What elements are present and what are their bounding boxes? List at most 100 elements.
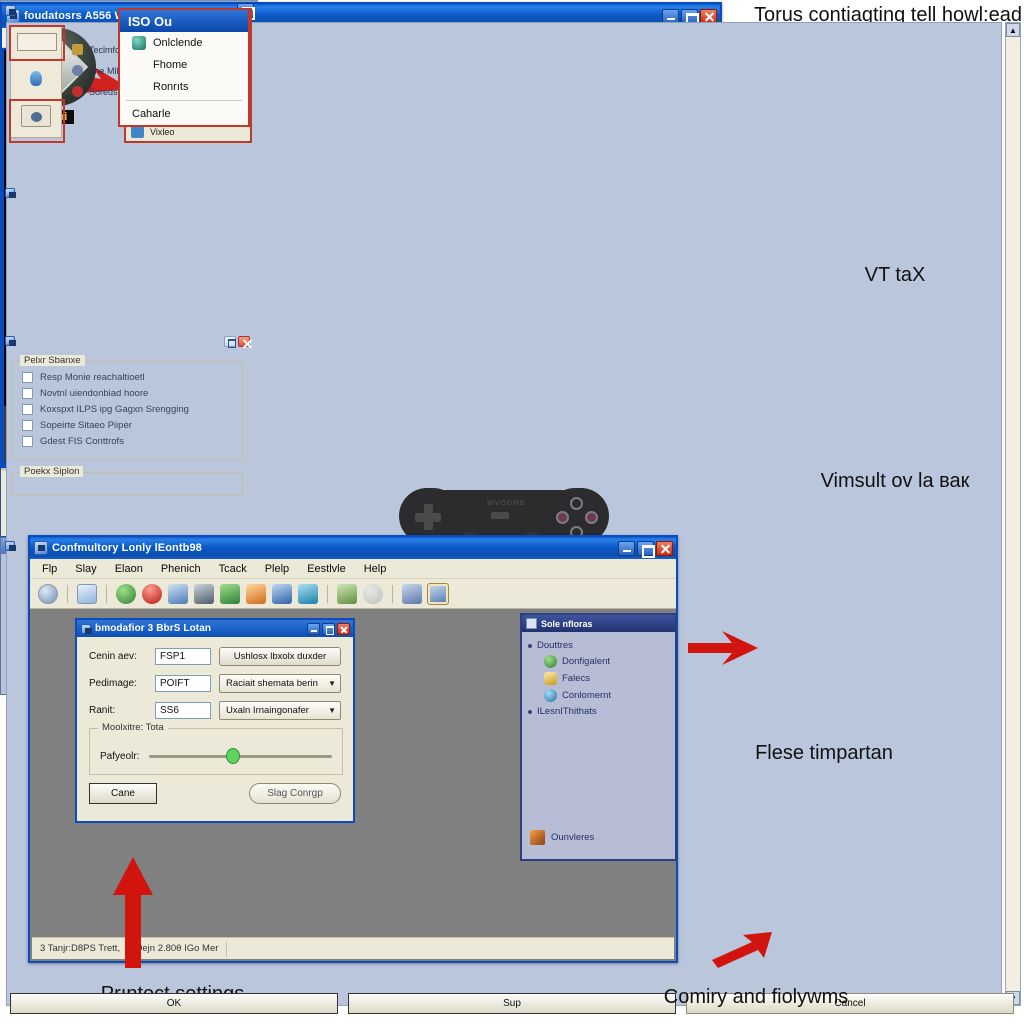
config-dialog-titlebar[interactable]: bmodafior 3 BbrS Lotan [77, 620, 353, 637]
menu-item-tcack[interactable]: Tcack [211, 561, 255, 577]
globe2-icon [544, 689, 557, 702]
main-titlebar[interactable]: Confmultory Lonly lEontb98 [30, 537, 676, 559]
tree-node-douttres[interactable]: Douttres [522, 638, 675, 653]
props-row-label: Teclmfcl [89, 44, 122, 55]
config-dialog-footer: Cane Slag Conrgp [77, 775, 353, 804]
checkbox-3[interactable] [22, 420, 33, 431]
maximize-button[interactable] [322, 622, 335, 635]
ok-button[interactable]: OK [10, 993, 338, 1014]
pedimage-dropdown[interactable]: Raciait shemata berin ▼ [219, 674, 341, 693]
menu-item-help[interactable]: Help [356, 561, 395, 577]
tree-list[interactable]: Douttres Donfigalent Falecs Conlomernt I… [522, 632, 675, 719]
slider-track[interactable] [149, 748, 332, 764]
config-form: Cenin aev: FSP1 Ushlosx lbxolx duxder Pe… [77, 637, 353, 720]
menu-item-eestlvle[interactable]: Eestlvle [299, 561, 354, 577]
menu-item-elaon[interactable]: Elaon [107, 561, 151, 577]
tree-node-conlomernt[interactable]: Conlomernt [522, 687, 675, 704]
group-label: Pelxr Sbanxe [20, 355, 85, 366]
stop-change-button[interactable]: Slag Conrgp [249, 783, 341, 804]
gamepad-brand-label: WVOGME [487, 499, 526, 507]
checkbox-row-2[interactable]: Koxspxt ILPS ipg Gagxn Srengging [22, 404, 232, 415]
window-icon [544, 672, 557, 685]
iso-menu-item-ronrits[interactable]: Ronrıts [120, 76, 248, 98]
layer-icon[interactable] [298, 583, 318, 604]
pedimage-input[interactable]: POIFT [155, 675, 211, 692]
options-caption: Flese timpartan [755, 742, 893, 764]
book-icon[interactable] [272, 583, 292, 604]
scroll-up-arrow-icon[interactable]: ▲ [1006, 23, 1020, 37]
tools-icon[interactable] [402, 583, 422, 604]
tree-panel[interactable]: Sole nfloras Douttres Donfigalent Falecs… [520, 613, 677, 861]
gamepad-scrollbar[interactable]: ▲ ▼ [1005, 22, 1021, 1006]
maximize-button[interactable] [224, 335, 236, 348]
config-dialog[interactable]: bmodafior 3 BbrS Lotan Cenin aev: FSP1 U… [75, 618, 355, 823]
checkbox-row-1[interactable]: Novtnl uiendonbiad hoore [22, 388, 232, 399]
toolbar-separator [106, 584, 107, 603]
checkbox-0[interactable] [22, 372, 33, 383]
group-label: Moolxitre: Tota [98, 722, 168, 733]
tree-node-donfigalent[interactable]: Donfigalent [522, 653, 675, 670]
close-button[interactable] [656, 540, 673, 556]
options-annotation-arrow-icon [688, 631, 758, 665]
tree-panel-footer[interactable]: Ounvleres [530, 830, 594, 845]
checkbox-row-4[interactable]: Gdest FIS Conttrofs [22, 436, 232, 447]
ranit-input[interactable]: SS6 [155, 702, 211, 719]
field-label: Cenin aev: [89, 651, 137, 662]
config-dialog-controls[interactable] [307, 622, 350, 635]
apply-button[interactable]: Cane [89, 783, 157, 804]
settings-icon[interactable] [194, 583, 214, 604]
iso-menu-item-fhome[interactable]: Fhome [120, 54, 248, 76]
menu-divider [126, 100, 242, 101]
ranit-dropdown[interactable]: Uxaln Irnaingonafer ▼ [219, 701, 341, 720]
checkbox-label: Sopeirte Sitaeo Piiper [40, 420, 132, 431]
app-icon [34, 541, 48, 555]
iso-menu-item-caharle[interactable]: Caharle [120, 103, 248, 125]
group-label: Poekx Siplon [20, 466, 84, 477]
menu-item-plelp[interactable]: Plelp [257, 561, 297, 577]
browse-button[interactable]: Ushlosx lbxolx duxder [219, 647, 341, 666]
main-window-controls[interactable] [618, 540, 673, 558]
import-icon[interactable] [168, 583, 188, 604]
tree-node-label: Falecs [562, 673, 590, 684]
props-icon-column[interactable] [9, 25, 65, 143]
iso-menu-item-onlclende[interactable]: Onlclende [120, 32, 248, 54]
search-icon[interactable] [363, 583, 383, 604]
tree-node-ilesnithithats[interactable]: ILesnIThithats [522, 704, 675, 719]
measure-icon[interactable] [337, 583, 357, 604]
menu-item-flp[interactable]: Flp [34, 561, 65, 577]
export-icon[interactable] [246, 583, 266, 604]
minimize-button[interactable] [307, 622, 320, 635]
toolbar-separator [392, 584, 393, 603]
checkbox-row-0[interactable]: Resp Monie reachaltioetl [22, 372, 232, 383]
main-toolbar[interactable] [30, 579, 676, 609]
main-title-text: Confmultory Lonly lEontb98 [52, 542, 202, 554]
arrow-green-icon[interactable] [220, 583, 240, 604]
tree-node-label: Douttres [537, 640, 573, 651]
iso-menu[interactable]: ISO Ou Onlclende Fhome Ronrıts Caharle [118, 8, 250, 127]
close-button[interactable] [337, 622, 350, 635]
minimize-button[interactable] [618, 540, 635, 556]
lock-icon [72, 44, 83, 55]
bullet-icon [528, 643, 532, 648]
close-button[interactable] [238, 335, 250, 347]
pin-red-icon[interactable] [142, 583, 162, 604]
main-menubar[interactable]: Flp Slay Elaon Phenich Tcack Plelp Eestl… [30, 559, 676, 579]
menu-item-label: Vixleo [150, 126, 175, 137]
config-row-pedimage: Pedimage: POIFT Raciait shemata berin ▼ [89, 674, 341, 693]
globe-green-icon[interactable] [116, 583, 136, 604]
page-icon[interactable] [77, 583, 97, 604]
app-icon [5, 336, 16, 346]
device-input[interactable]: FSP1 [155, 648, 211, 665]
checkbox-1[interactable] [22, 388, 33, 399]
checkbox-4[interactable] [22, 436, 33, 447]
checkbox-2[interactable] [22, 404, 33, 415]
menu-item-phenich[interactable]: Phenich [153, 561, 209, 577]
maximize-button[interactable] [637, 540, 655, 558]
slider-knob[interactable] [226, 748, 241, 764]
compass-icon[interactable] [38, 583, 58, 604]
print-icon[interactable] [427, 582, 449, 605]
tree-node-falecs[interactable]: Falecs [522, 670, 675, 687]
menu-item-slay[interactable]: Slay [67, 561, 104, 577]
alert-icon [72, 86, 83, 97]
checkbox-row-3[interactable]: Sopeirte Sitaeo Piiper [22, 420, 232, 431]
